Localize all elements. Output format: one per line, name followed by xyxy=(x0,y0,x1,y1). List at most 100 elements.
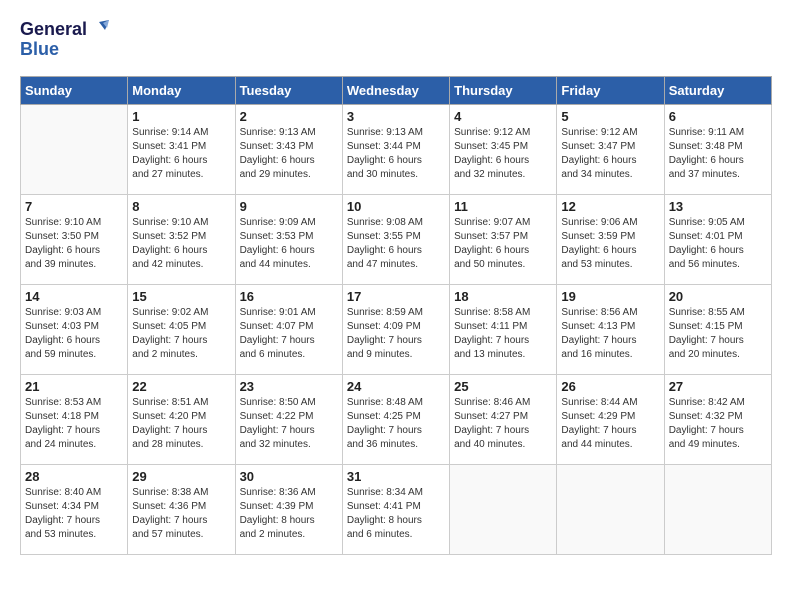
weekday-header-saturday: Saturday xyxy=(664,76,771,104)
calendar-cell: 7 Sunrise: 9:10 AMSunset: 3:50 PMDaylight… xyxy=(21,194,128,284)
day-info: Sunrise: 9:14 AMSunset: 3:41 PMDaylight:… xyxy=(132,126,230,182)
day-info: Sunrise: 9:11 AMSunset: 3:48 PMDaylight:… xyxy=(669,126,767,182)
day-info: Sunrise: 9:06 AMSunset: 3:59 PMDaylight:… xyxy=(561,216,659,272)
calendar-cell: 11 Sunrise: 9:07 AMSunset: 3:57 PMDayligh… xyxy=(450,194,557,284)
weekday-header-monday: Monday xyxy=(128,76,235,104)
day-number: 1 xyxy=(132,109,230,124)
week-row-3: 14 Sunrise: 9:03 AMSunset: 4:03 PMDayligh… xyxy=(21,284,772,374)
day-info: Sunrise: 9:03 AMSunset: 4:03 PMDaylight:… xyxy=(25,306,123,362)
day-number: 11 xyxy=(454,199,552,214)
calendar-cell xyxy=(21,104,128,194)
calendar-cell: 19 Sunrise: 8:56 AMSunset: 4:13 PMDayligh… xyxy=(557,284,664,374)
day-info: Sunrise: 9:13 AMSunset: 3:44 PMDaylight:… xyxy=(347,126,445,182)
day-number: 10 xyxy=(347,199,445,214)
logo-container: General Blue xyxy=(20,20,109,60)
day-number: 21 xyxy=(25,379,123,394)
calendar-cell: 27 Sunrise: 8:42 AMSunset: 4:32 PMDayligh… xyxy=(664,374,771,464)
day-info: Sunrise: 9:10 AMSunset: 3:50 PMDaylight:… xyxy=(25,216,123,272)
week-row-2: 7 Sunrise: 9:10 AMSunset: 3:50 PMDaylight… xyxy=(21,194,772,284)
day-info: Sunrise: 8:34 AMSunset: 4:41 PMDaylight:… xyxy=(347,486,445,542)
day-info: Sunrise: 9:02 AMSunset: 4:05 PMDaylight:… xyxy=(132,306,230,362)
day-number: 19 xyxy=(561,289,659,304)
day-info: Sunrise: 8:59 AMSunset: 4:09 PMDaylight:… xyxy=(347,306,445,362)
week-row-5: 28Sunrise: 8:40 AMSunset: 4:34 PMDayligh… xyxy=(21,464,772,554)
day-number: 28 xyxy=(25,469,123,484)
logo-text-general: General xyxy=(20,20,87,40)
calendar-cell xyxy=(450,464,557,554)
calendar-cell: 24 Sunrise: 8:48 AMSunset: 4:25 PMDayligh… xyxy=(342,374,449,464)
calendar-cell: 23Sunrise: 8:50 AMSunset: 4:22 PMDayligh… xyxy=(235,374,342,464)
day-number: 3 xyxy=(347,109,445,124)
day-number: 12 xyxy=(561,199,659,214)
calendar-cell: 6 Sunrise: 9:11 AMSunset: 3:48 PMDaylight… xyxy=(664,104,771,194)
day-info: Sunrise: 8:38 AMSunset: 4:36 PMDaylight:… xyxy=(132,486,230,542)
day-info: Sunrise: 8:36 AMSunset: 4:39 PMDaylight:… xyxy=(240,486,338,542)
calendar-cell: 20Sunrise: 8:55 AMSunset: 4:15 PMDayligh… xyxy=(664,284,771,374)
calendar-table: SundayMondayTuesdayWednesdayThursdayFrid… xyxy=(20,76,772,555)
day-info: Sunrise: 9:12 AMSunset: 3:45 PMDaylight:… xyxy=(454,126,552,182)
weekday-header-row: SundayMondayTuesdayWednesdayThursdayFrid… xyxy=(21,76,772,104)
calendar-cell: 5 Sunrise: 9:12 AMSunset: 3:47 PMDaylight… xyxy=(557,104,664,194)
day-number: 24 xyxy=(347,379,445,394)
day-info: Sunrise: 9:07 AMSunset: 3:57 PMDaylight:… xyxy=(454,216,552,272)
day-number: 27 xyxy=(669,379,767,394)
day-info: Sunrise: 9:10 AMSunset: 3:52 PMDaylight:… xyxy=(132,216,230,272)
logo-bird-icon xyxy=(89,20,109,40)
calendar-cell: 3 Sunrise: 9:13 AMSunset: 3:44 PMDaylight… xyxy=(342,104,449,194)
day-info: Sunrise: 8:51 AMSunset: 4:20 PMDaylight:… xyxy=(132,396,230,452)
weekday-header-thursday: Thursday xyxy=(450,76,557,104)
day-number: 22 xyxy=(132,379,230,394)
day-number: 18 xyxy=(454,289,552,304)
calendar-cell xyxy=(664,464,771,554)
calendar-cell: 29Sunrise: 8:38 AMSunset: 4:36 PMDayligh… xyxy=(128,464,235,554)
calendar-cell: 10 Sunrise: 9:08 AMSunset: 3:55 PMDayligh… xyxy=(342,194,449,284)
day-info: Sunrise: 9:05 AMSunset: 4:01 PMDaylight:… xyxy=(669,216,767,272)
logo: General Blue xyxy=(20,20,109,60)
calendar-cell: 28Sunrise: 8:40 AMSunset: 4:34 PMDayligh… xyxy=(21,464,128,554)
day-info: Sunrise: 8:50 AMSunset: 4:22 PMDaylight:… xyxy=(240,396,338,452)
day-info: Sunrise: 9:08 AMSunset: 3:55 PMDaylight:… xyxy=(347,216,445,272)
calendar-cell: 30 Sunrise: 8:36 AMSunset: 4:39 PMDayligh… xyxy=(235,464,342,554)
weekday-header-sunday: Sunday xyxy=(21,76,128,104)
day-number: 4 xyxy=(454,109,552,124)
day-number: 6 xyxy=(669,109,767,124)
calendar-cell: 17 Sunrise: 8:59 AMSunset: 4:09 PMDayligh… xyxy=(342,284,449,374)
calendar-cell: 9Sunrise: 9:09 AMSunset: 3:53 PMDaylight… xyxy=(235,194,342,284)
week-row-1: 1 Sunrise: 9:14 AMSunset: 3:41 PMDaylight… xyxy=(21,104,772,194)
day-info: Sunrise: 8:53 AMSunset: 4:18 PMDaylight:… xyxy=(25,396,123,452)
calendar-cell: 2Sunrise: 9:13 AMSunset: 3:43 PMDaylight… xyxy=(235,104,342,194)
day-info: Sunrise: 9:01 AMSunset: 4:07 PMDaylight:… xyxy=(240,306,338,362)
weekday-header-tuesday: Tuesday xyxy=(235,76,342,104)
day-info: Sunrise: 8:56 AMSunset: 4:13 PMDaylight:… xyxy=(561,306,659,362)
calendar-cell: 8 Sunrise: 9:10 AMSunset: 3:52 PMDaylight… xyxy=(128,194,235,284)
calendar-cell: 25 Sunrise: 8:46 AMSunset: 4:27 PMDayligh… xyxy=(450,374,557,464)
day-info: Sunrise: 9:12 AMSunset: 3:47 PMDaylight:… xyxy=(561,126,659,182)
day-number: 13 xyxy=(669,199,767,214)
day-number: 16 xyxy=(240,289,338,304)
day-number: 9 xyxy=(240,199,338,214)
calendar-cell: 31 Sunrise: 8:34 AMSunset: 4:41 PMDayligh… xyxy=(342,464,449,554)
day-number: 25 xyxy=(454,379,552,394)
day-number: 5 xyxy=(561,109,659,124)
calendar-cell: 26Sunrise: 8:44 AMSunset: 4:29 PMDayligh… xyxy=(557,374,664,464)
day-number: 7 xyxy=(25,199,123,214)
day-number: 30 xyxy=(240,469,338,484)
day-number: 15 xyxy=(132,289,230,304)
day-info: Sunrise: 8:58 AMSunset: 4:11 PMDaylight:… xyxy=(454,306,552,362)
day-info: Sunrise: 8:42 AMSunset: 4:32 PMDaylight:… xyxy=(669,396,767,452)
weekday-header-wednesday: Wednesday xyxy=(342,76,449,104)
day-info: Sunrise: 8:48 AMSunset: 4:25 PMDaylight:… xyxy=(347,396,445,452)
calendar-cell: 15 Sunrise: 9:02 AMSunset: 4:05 PMDayligh… xyxy=(128,284,235,374)
day-info: Sunrise: 8:55 AMSunset: 4:15 PMDaylight:… xyxy=(669,306,767,362)
calendar-cell: 4 Sunrise: 9:12 AMSunset: 3:45 PMDaylight… xyxy=(450,104,557,194)
calendar-cell: 12 Sunrise: 9:06 AMSunset: 3:59 PMDayligh… xyxy=(557,194,664,284)
day-number: 26 xyxy=(561,379,659,394)
day-number: 31 xyxy=(347,469,445,484)
day-number: 17 xyxy=(347,289,445,304)
day-info: Sunrise: 8:46 AMSunset: 4:27 PMDaylight:… xyxy=(454,396,552,452)
day-number: 14 xyxy=(25,289,123,304)
day-number: 2 xyxy=(240,109,338,124)
day-number: 8 xyxy=(132,199,230,214)
week-row-4: 21 Sunrise: 8:53 AMSunset: 4:18 PMDayligh… xyxy=(21,374,772,464)
calendar-cell: 14 Sunrise: 9:03 AMSunset: 4:03 PMDayligh… xyxy=(21,284,128,374)
